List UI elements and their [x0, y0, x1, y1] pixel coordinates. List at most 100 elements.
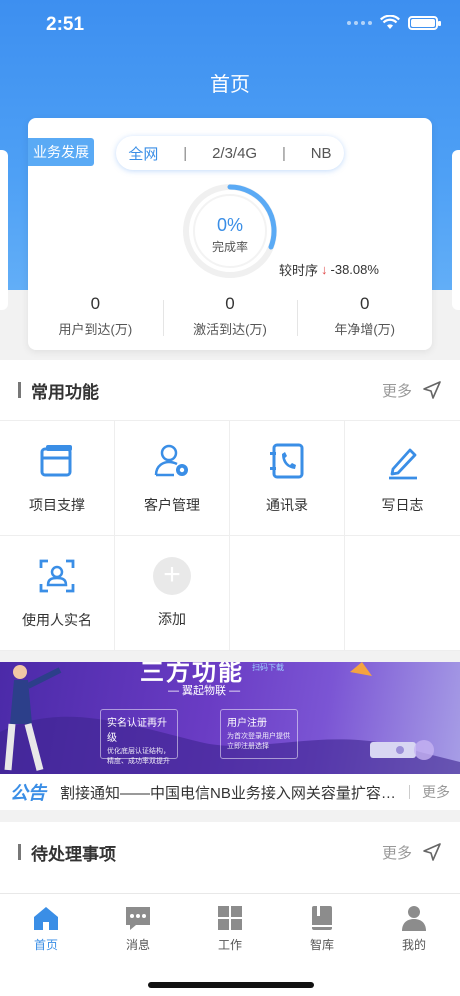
face-scan-icon [39, 559, 75, 593]
function-customer-management[interactable]: 客户管理 [115, 421, 230, 536]
stat-label: 年净增(万) [334, 322, 396, 337]
function-write-log[interactable]: 写日志 [345, 421, 460, 536]
function-user-realname[interactable]: 使用人实名 [0, 536, 115, 651]
stat-users[interactable]: 0 用户到达(万) [28, 294, 163, 338]
project-window-icon [40, 445, 72, 477]
book-icon [312, 906, 332, 930]
banner-feature-box: 用户注册 为首次登录用户提供立即注册选择 [220, 709, 298, 759]
plus-icon: + [153, 557, 191, 595]
function-grid: 项目支撑 客户管理 通讯录 写日志 使用人实名 + 添加 [0, 420, 460, 651]
tab-messages[interactable]: 消息 [92, 894, 184, 956]
notice-text[interactable]: 割接通知——中国电信NB业务接入网关容量扩容割接通知 [60, 782, 397, 803]
signal-icon [347, 20, 372, 25]
person-icon [402, 906, 426, 931]
tab-label: 我的 [401, 938, 426, 952]
network-tabs: 全网 | 2/3/4G | NB [116, 136, 344, 170]
send-arrow-icon [423, 381, 441, 399]
section-title: 待处理事项 [31, 844, 116, 864]
more-label: 更多 [381, 382, 412, 400]
banner-box-title: 实名认证再升级 [107, 718, 167, 744]
tab-divider: | [281, 144, 286, 162]
promo-banner[interactable]: 三方功能 扫码下载 — 翼起物联 — 实名认证再升级 优化底层认证结构，精度、成… [0, 662, 460, 774]
send-arrow-icon [423, 843, 441, 861]
stat-value: 0 [225, 294, 235, 313]
section-header: 常用功能 更多 [0, 360, 460, 420]
stats-row: 0 用户到达(万) 0 激活到达(万) 0 年净增(万) [28, 294, 432, 338]
function-empty-cell [345, 536, 460, 651]
tab-label: 工作 [217, 938, 242, 952]
home-indicator [148, 982, 314, 988]
tab-nb[interactable]: NB [311, 145, 332, 162]
stat-activations[interactable]: 0 激活到达(万) [162, 294, 298, 338]
notice-bar[interactable]: 公告 割接通知——中国电信NB业务接入网关容量扩容割接通知 更多 [0, 774, 460, 810]
customer-gear-icon [154, 444, 188, 477]
function-contacts[interactable]: 通讯录 [230, 421, 345, 536]
banner-feature-box: 实名认证再升级 优化底层认证结构，精度、成功率双提升 [100, 709, 178, 765]
tab-home[interactable]: 首页 [0, 894, 92, 956]
section-title: 常用功能 [31, 382, 99, 402]
notice-divider [409, 785, 410, 799]
banner-box-text: 优化底层认证结构，精度、成功率双提升 [107, 748, 170, 765]
bottom-tab-bar: 首页 消息 工作 智库 我的 [0, 893, 460, 996]
prev-card-peek[interactable] [0, 150, 8, 310]
tab-label: 智库 [309, 938, 334, 952]
function-label: 写日志 [381, 497, 424, 513]
wifi-icon [380, 15, 400, 29]
contacts-phone-icon [270, 443, 304, 479]
function-label: 添加 [158, 611, 186, 627]
status-bar: 2:51 [0, 0, 460, 50]
stat-label: 激活到达(万) [193, 322, 267, 337]
function-label: 项目支撑 [29, 497, 85, 513]
pending-section: 待处理事项 更多 [0, 822, 460, 893]
section-bar [18, 382, 21, 398]
more-label: 更多 [381, 844, 412, 862]
notice-more-link[interactable]: 更多 [422, 782, 450, 802]
grid-icon [218, 906, 242, 930]
status-icons [347, 15, 441, 30]
tab-234g[interactable]: 2/3/4G [212, 145, 257, 162]
next-card-peek[interactable] [452, 150, 460, 310]
pencil-icon [388, 448, 417, 480]
tab-divider: | [183, 144, 188, 162]
arrow-down-icon: ↓ [321, 262, 328, 277]
home-icon [34, 907, 58, 930]
stat-value: 0 [90, 294, 101, 313]
banner-box-title: 用户注册 [227, 718, 267, 729]
gauge-text: 0% 完成率 [180, 215, 280, 255]
banner-box-text: 为首次登录用户提供立即注册选择 [227, 733, 290, 750]
section-bar [18, 844, 21, 860]
section-header: 待处理事项 更多 [0, 822, 460, 882]
status-time: 2:51 [46, 14, 85, 35]
compare-indicator: 较时序 ↓ -38.08% [279, 260, 379, 279]
function-label: 使用人实名 [22, 612, 92, 628]
more-link[interactable]: 更多 [382, 842, 442, 863]
common-functions-section: 常用功能 更多 项目支撑 客户管理 通讯录 写日志 使用人实名 + 添加 [0, 360, 460, 651]
notice-tag: 公告 [10, 783, 46, 803]
business-card: 业务发展 全网 | 2/3/4G | NB 0% 完成率 较时序 ↓ -38.0… [28, 118, 432, 350]
compare-value: -38.08% [330, 262, 379, 277]
stat-net-growth[interactable]: 0 年净增(万) [297, 294, 432, 338]
more-link[interactable]: 更多 [382, 380, 442, 401]
function-label: 客户管理 [144, 497, 200, 513]
banner-logo: 扫码下载 [252, 663, 284, 672]
function-label: 通讯录 [266, 497, 308, 513]
function-project-support[interactable]: 项目支撑 [0, 421, 115, 536]
tab-mine[interactable]: 我的 [368, 894, 460, 956]
function-add[interactable]: + 添加 [115, 536, 230, 651]
page-title: 首页 [210, 74, 250, 96]
completion-label: 完成率 [211, 240, 248, 254]
tab-label: 首页 [33, 938, 58, 952]
tab-library[interactable]: 智库 [276, 894, 368, 956]
card-tag: 业务发展 [28, 138, 94, 166]
message-icon [126, 907, 150, 930]
stat-value: 0 [359, 294, 370, 313]
tab-label: 消息 [125, 938, 150, 952]
completion-value: 0% [216, 215, 243, 235]
tab-all-network[interactable]: 全网 [128, 143, 158, 164]
compare-label: 较时序 [279, 263, 319, 278]
tab-work[interactable]: 工作 [184, 894, 276, 956]
stat-label: 用户到达(万) [58, 322, 133, 337]
battery-icon [408, 15, 441, 30]
function-empty-cell [230, 536, 345, 651]
banner-subtitle: — 翼起物联 — [168, 685, 241, 697]
